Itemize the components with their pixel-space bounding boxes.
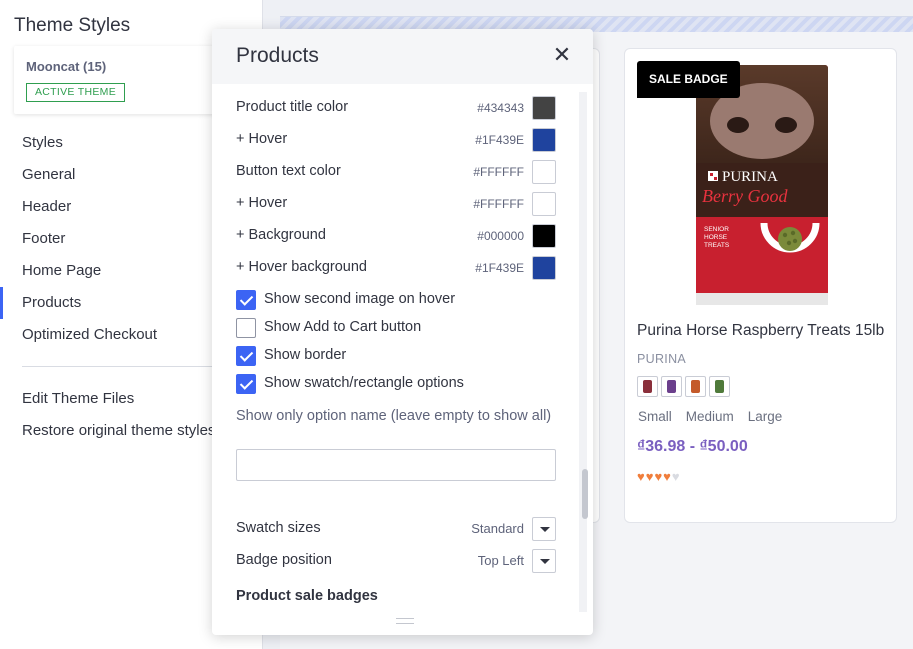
checkbox-label: Show border: [264, 347, 347, 363]
color-label: + Hover background: [236, 259, 367, 275]
color-row-title-hover: + Hover #1F439E: [236, 124, 556, 156]
section-title-sale-badges: Product sale badges: [236, 588, 378, 604]
color-picker[interactable]: [532, 224, 556, 248]
bag-desc-3: TREATS: [704, 242, 730, 249]
rating-heart-filled-icon: ♥: [663, 469, 672, 484]
color-picker[interactable]: [532, 128, 556, 152]
product-card[interactable]: SALE BADGE PURINA Berry Good SENIOR HORS…: [624, 48, 897, 523]
checkbox-label: Show swatch/rectangle options: [264, 375, 464, 391]
swatch-color: [643, 380, 652, 393]
color-label: + Hover: [236, 131, 288, 147]
product-brand: PURINA: [637, 352, 687, 366]
theme-name: Mooncat (15): [26, 59, 107, 74]
size-option-small[interactable]: Small: [638, 409, 672, 424]
swatch-option[interactable]: [637, 376, 658, 397]
size-option-large[interactable]: Large: [748, 409, 783, 424]
sidebar-title: Theme Styles: [14, 15, 131, 36]
show-border-checkbox[interactable]: [236, 346, 256, 366]
color-hex: #1F439E: [475, 261, 524, 275]
option-name-input[interactable]: [236, 449, 556, 481]
badge-position-row: Badge position Top Left: [236, 545, 556, 577]
modal-header: Products ✕: [212, 29, 593, 84]
color-label: Product title color: [236, 99, 349, 115]
active-theme-badge: ACTIVE THEME: [26, 83, 126, 102]
bag-name: Berry Good: [702, 186, 788, 206]
color-label: + Background: [236, 227, 326, 243]
checkbox-label: Show second image on hover: [264, 291, 456, 307]
color-hex: #434343: [477, 101, 524, 115]
color-label: Button text color: [236, 163, 341, 179]
sale-badge: SALE BADGE: [637, 61, 740, 98]
product-rating: ♥♥♥♥♥: [637, 469, 681, 484]
color-picker[interactable]: [532, 256, 556, 280]
product-swatches: [637, 376, 730, 397]
close-icon[interactable]: ✕: [551, 44, 573, 66]
bag-desc-2: HORSE: [704, 234, 728, 241]
swatch-sizes-dropdown[interactable]: [532, 517, 556, 541]
product-title[interactable]: Purina Horse Raspberry Treats 15lb: [637, 322, 884, 340]
swatch-option[interactable]: [661, 376, 682, 397]
option-name-label: Show only option name (leave empty to sh…: [236, 408, 552, 424]
second-image-checkbox[interactable]: [236, 290, 256, 310]
color-row-button-text: Button text color #FFFFFF: [236, 156, 556, 188]
rating-heart-filled-icon: ♥: [654, 469, 664, 484]
color-picker[interactable]: [532, 96, 556, 120]
checkbox-row-swatch-options: Show swatch/rectangle options: [236, 370, 556, 398]
badge-position-dropdown[interactable]: [532, 549, 556, 573]
color-row-button-background: + Background #000000: [236, 220, 556, 252]
swatch-sizes-row: Swatch sizes Standard: [236, 513, 556, 545]
products-modal: Products ✕ Product title color #434343 +…: [212, 29, 593, 635]
color-hex: #000000: [477, 229, 524, 243]
checkbox-row-second-image: Show second image on hover: [236, 286, 556, 314]
product-price: ₫36.98 - ₫50.00: [637, 438, 748, 455]
checkbox-label: Show Add to Cart button: [264, 319, 422, 335]
product-image[interactable]: PURINA Berry Good SENIOR HORSE TREATS: [694, 63, 830, 307]
color-row-button-text-hover: + Hover #FFFFFF: [236, 188, 556, 220]
bag-desc-1: SENIOR: [704, 226, 729, 233]
color-picker[interactable]: [532, 192, 556, 216]
modal-scrollbar[interactable]: [579, 92, 587, 612]
resize-grip-icon[interactable]: [396, 618, 414, 624]
product-size-options: Small Medium Large: [638, 409, 782, 424]
color-hex: #FFFFFF: [473, 197, 524, 211]
swatch-color: [691, 380, 700, 393]
modal-title: Products: [236, 44, 319, 67]
add-to-cart-checkbox[interactable]: [236, 318, 256, 338]
checkbox-row-border: Show border: [236, 342, 556, 370]
bag-brand: PURINA: [722, 169, 778, 185]
select-label: Badge position: [236, 552, 332, 568]
select-value: Top Left: [477, 553, 524, 568]
rating-heart-filled-icon: ♥: [637, 469, 646, 484]
color-label: + Hover: [236, 195, 288, 211]
swatch-color: [667, 380, 676, 393]
color-row-product-title: Product title color #434343: [236, 92, 556, 124]
color-picker[interactable]: [532, 160, 556, 184]
select-value: Standard: [471, 521, 524, 536]
rating-heart-empty-icon: ♥: [671, 469, 681, 484]
select-label: Swatch sizes: [236, 520, 321, 536]
swatch-options-checkbox[interactable]: [236, 374, 256, 394]
color-hex: #1F439E: [475, 133, 524, 147]
checkbox-row-add-to-cart: Show Add to Cart button: [236, 314, 556, 342]
color-row-hover-background: + Hover background #1F439E: [236, 252, 556, 284]
modal-scrollbar-thumb[interactable]: [582, 469, 588, 519]
sidebar-divider: [22, 366, 242, 367]
swatch-option[interactable]: [685, 376, 706, 397]
color-hex: #FFFFFF: [473, 165, 524, 179]
swatch-option[interactable]: [709, 376, 730, 397]
swatch-color: [715, 380, 724, 393]
size-option-medium[interactable]: Medium: [686, 409, 734, 424]
